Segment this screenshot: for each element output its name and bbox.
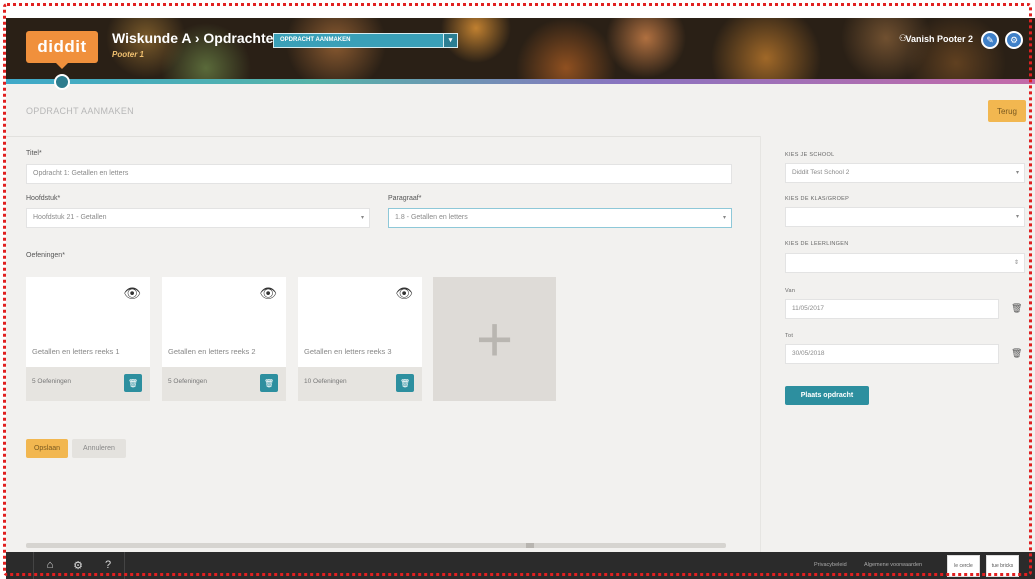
partner-logo[interactable]: le cercle: [947, 555, 980, 577]
school-select[interactable]: Diddit Test School 2 ▾: [785, 163, 1025, 183]
privacy-link[interactable]: Privacybeleid: [814, 562, 847, 568]
eye-icon[interactable]: 👁: [395, 285, 413, 302]
exercises-label: Oefeningen*: [26, 252, 65, 259]
logo[interactable]: diddit: [26, 31, 98, 63]
exercise-name: Getallen en letters reeks 1: [32, 347, 120, 356]
title-input[interactable]: Opdracht 1: Getallen en letters: [26, 164, 732, 184]
school-label: KIES JE SCHOOL: [785, 152, 835, 158]
plus-icon: +: [475, 303, 514, 375]
exercise-card[interactable]: 👁 Getallen en letters reeks 2 5 Oefening…: [162, 277, 286, 401]
scrollbar-thumb[interactable]: [526, 543, 534, 548]
breadcrumb-subtitle: Pooter 1: [112, 50, 145, 59]
trash-icon[interactable]: 🗑: [396, 374, 414, 392]
school-select-value: Diddit Test School 2: [792, 169, 850, 176]
logo-indicator-icon: [54, 74, 70, 90]
exercise-footer: 10 Oefeningen 🗑: [298, 367, 422, 401]
horizontal-scrollbar[interactable]: [26, 543, 726, 548]
students-select[interactable]: ⇕: [785, 253, 1025, 273]
gear-icon[interactable]: ⚙: [1005, 31, 1023, 49]
exercise-name: Getallen en letters reeks 3: [304, 347, 392, 356]
page-title: OPDRACHT AANMAKEN: [26, 106, 134, 116]
exercise-count: 5 Oefeningen: [32, 378, 72, 385]
breadcrumb-select-value: OPDRACHT AANMAKEN: [280, 37, 351, 43]
chevron-down-icon: ▾: [1015, 214, 1019, 220]
home-icon[interactable]: ⌂: [43, 558, 57, 572]
divider: [124, 552, 125, 579]
trash-icon[interactable]: 🗑: [1011, 348, 1022, 359]
exercise-count: 5 Oefeningen: [168, 378, 208, 385]
chevron-updown-icon: ⇕: [1013, 260, 1019, 266]
trash-icon[interactable]: 🗑: [260, 374, 278, 392]
cancel-button[interactable]: Annuleren: [72, 439, 126, 458]
chapter-select-value: Hoofdstuk 21 - Getallen: [33, 214, 107, 221]
chevron-down-icon: ▾: [1015, 170, 1019, 176]
paragraph-label: Paragraaf*: [388, 195, 422, 202]
title-label: Titel*: [26, 150, 42, 157]
trash-icon[interactable]: 🗑: [1011, 303, 1022, 314]
breadcrumb-select[interactable]: OPDRACHT AANMAKEN ▾: [273, 33, 458, 48]
students-label: KIES DE LEERLINGEN: [785, 241, 849, 247]
exercise-card[interactable]: 👁 Getallen en letters reeks 3 10 Oefenin…: [298, 277, 422, 401]
eye-icon[interactable]: 👁: [259, 285, 277, 302]
logo-pointer: [56, 63, 68, 69]
help-icon[interactable]: ?: [101, 558, 115, 572]
add-exercise-button[interactable]: +: [433, 277, 556, 401]
divider: [33, 552, 34, 579]
trash-icon[interactable]: 🗑: [124, 374, 142, 392]
back-button[interactable]: Terug: [988, 100, 1026, 122]
exercise-count: 10 Oefeningen: [304, 378, 347, 385]
chapter-select[interactable]: Hoofdstuk 21 - Getallen ▾: [26, 208, 370, 228]
paragraph-select-value: 1.8 - Getallen en letters: [395, 214, 468, 221]
exercise-name: Getallen en letters reeks 2: [168, 347, 256, 356]
class-label: KIES DE KLAS/GROEP: [785, 196, 850, 202]
main-content: OPDRACHT AANMAKEN Terug Titel* Opdracht …: [6, 84, 1035, 552]
terms-link[interactable]: Algemene voorwaarden: [864, 562, 922, 568]
exercise-footer: 5 Oefeningen 🗑: [26, 367, 150, 401]
pencil-icon[interactable]: ✎: [981, 31, 999, 49]
chevron-down-icon: ▾: [360, 215, 364, 221]
chapter-label: Hoofdstuk*: [26, 195, 61, 202]
exercise-card[interactable]: 👁 Getallen en letters reeks 1 5 Oefening…: [26, 277, 150, 401]
chevron-down-icon: ▾: [443, 34, 457, 47]
from-label: Van: [785, 288, 796, 294]
paragraph-select[interactable]: 1.8 - Getallen en letters ▾: [388, 208, 732, 228]
class-select[interactable]: ▾: [785, 207, 1025, 227]
exercise-footer: 5 Oefeningen 🗑: [162, 367, 286, 401]
footer: ⌂ ⚙ ? Privacybeleid Algemene voorwaarden…: [6, 552, 1035, 579]
to-label: Tot: [785, 333, 794, 339]
from-date-input[interactable]: 11/05/2017: [785, 299, 999, 319]
breadcrumb[interactable]: Wiskunde A › Opdrachten ›: [112, 30, 291, 46]
gear-icon[interactable]: ⚙: [71, 558, 85, 572]
place-assignment-button[interactable]: Plaats opdracht: [785, 386, 869, 405]
chevron-down-icon: ▾: [722, 215, 726, 221]
eye-icon[interactable]: 👁: [123, 285, 141, 302]
partner-logo[interactable]: tue bricks: [986, 555, 1019, 577]
assignment-panel: KIES JE SCHOOL Diddit Test School 2 ▾ KI…: [760, 136, 1035, 552]
user-name[interactable]: Vanish Pooter 2: [905, 34, 973, 44]
save-button[interactable]: Opslaan: [26, 439, 68, 458]
header: [6, 18, 1035, 81]
to-date-input[interactable]: 30/05/2018: [785, 344, 999, 364]
